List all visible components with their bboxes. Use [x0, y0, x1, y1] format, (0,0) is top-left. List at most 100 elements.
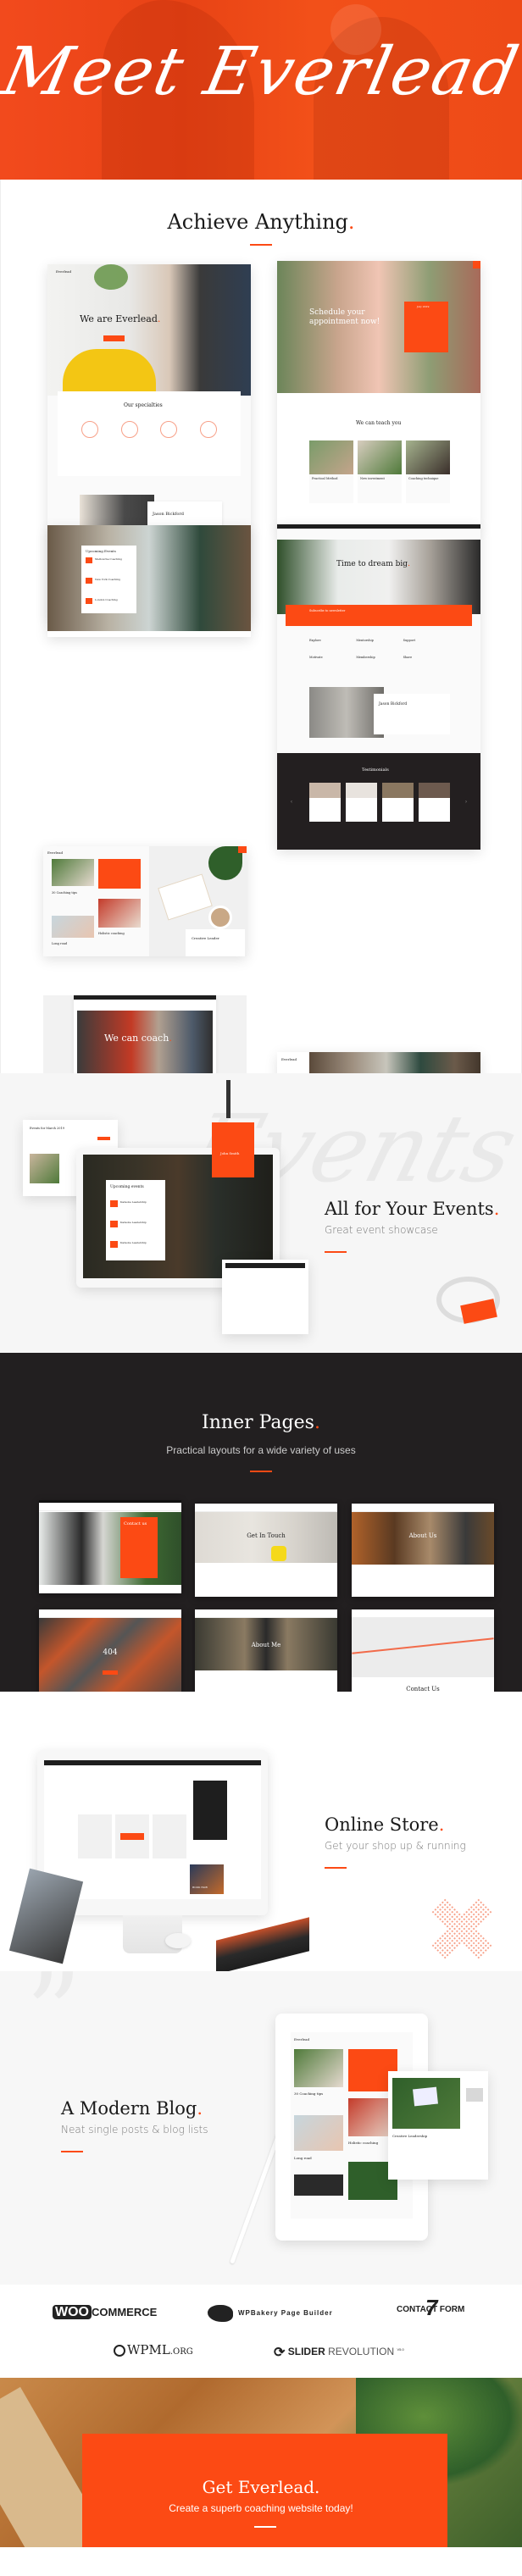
coffee-cup	[208, 906, 232, 929]
post-title: Long road	[294, 2156, 312, 2160]
profile-card	[374, 694, 450, 734]
mockup-homepage-appointment[interactable]: Schedule your appointment now! July 2019…	[277, 261, 480, 529]
inner-page-thumb[interactable]: About Me	[195, 1609, 337, 1703]
name-badge	[212, 1122, 254, 1177]
post-title: 30 Coaching tips	[294, 2091, 324, 2096]
page-label: 404	[103, 1648, 118, 1657]
specialties-title: Our specialties	[124, 402, 163, 408]
inner-page-thumb[interactable]: 404	[39, 1609, 181, 1703]
calendar-widget	[404, 302, 448, 352]
blog-text: A Modern Blog. Neat single posts & blog …	[61, 2098, 208, 2152]
widget-title: Upcoming Events	[86, 549, 116, 553]
feature-title: Mentorship	[356, 639, 374, 642]
lanyard	[226, 1080, 230, 1118]
inner-page-thumb[interactable]: Contact us	[39, 1500, 181, 1593]
plugins-section: WOO COMMERCE WPBakery Page Builder CONTAC…	[0, 2285, 522, 2378]
mockup-homepage-dream[interactable]: Time to dream big. Subscribe to newslett…	[277, 524, 480, 850]
testimonial-cards	[309, 783, 450, 822]
dotted-cross-decoration	[414, 1881, 509, 1976]
inner-page-thumb[interactable]: Contact Us	[352, 1609, 494, 1703]
profile-photo	[309, 687, 384, 738]
event-title: Karaoke Leadership	[120, 1200, 147, 1204]
woo-mark: WOO	[53, 2305, 92, 2319]
product-card	[153, 1814, 186, 1859]
mockup-headline: We can coach.	[104, 1033, 172, 1044]
feature-title: Explore	[309, 639, 321, 642]
add-to-cart-button	[120, 1833, 144, 1840]
mouse	[165, 1933, 191, 1948]
post-title: Long road	[52, 942, 68, 945]
event-date-badge	[110, 1200, 118, 1207]
inner-page-thumb[interactable]: About Us	[352, 1504, 494, 1597]
achieve-section: Achieve Anything. Everlead We are Everle…	[0, 180, 522, 1207]
calendar-month: July 2019	[417, 305, 430, 308]
store-text: Online Store. Get your shop up & running	[325, 1814, 466, 1869]
banner-text: BOOK FAIR	[192, 1886, 208, 1889]
inner-page-thumb[interactable]: Get In Touch	[195, 1504, 337, 1597]
dark-post-card	[294, 2174, 343, 2196]
feature-title: Membership	[356, 656, 375, 659]
map	[352, 1618, 494, 1677]
hero-photo	[277, 540, 480, 614]
event-date-badge	[86, 598, 92, 604]
wpml-logo: WPML.ORG	[114, 2342, 193, 2357]
yellow-chair	[63, 349, 156, 396]
mockup-headline: We are Everlead.	[80, 313, 161, 324]
quote-mark-decoration: ”	[25, 1949, 82, 2078]
event-date-badge	[110, 1221, 118, 1227]
feature-grid: Explore Mentorship Support Motivate Memb…	[309, 639, 450, 659]
title-underline	[325, 1867, 347, 1869]
title-underline	[61, 2151, 83, 2152]
page-photo	[39, 1512, 181, 1585]
note-card	[413, 2086, 438, 2107]
product-card	[78, 1814, 112, 1859]
post-image	[294, 2115, 343, 2151]
blog-section: ” A Modern Blog. Neat single posts & blo…	[0, 1949, 522, 2285]
commerce-text: COMMERCE	[92, 2306, 158, 2318]
blog-subtitle: Neat single posts & blog lists	[61, 2124, 208, 2136]
event-title: Karaoke Leadership	[120, 1221, 147, 1224]
page-photo	[39, 1618, 181, 1703]
top-bar	[277, 524, 480, 529]
events-subtitle: Great event showcase	[325, 1224, 438, 1236]
slider-revolution-logo: ⟳ SLIDER REVOLUTION V5.0	[274, 2346, 404, 2360]
woocommerce-logo: WOO COMMERCE	[53, 2305, 157, 2320]
blog-title: A Modern Blog.	[61, 2098, 203, 2119]
post-image	[98, 899, 141, 928]
chevron-left-icon[interactable]: ‹	[291, 800, 292, 805]
cta-section: Get Everlead. Create a superb coaching w…	[0, 2378, 522, 2547]
chevron-right-icon[interactable]: ›	[465, 800, 467, 805]
event-date-badge	[86, 578, 92, 584]
menu-button	[238, 846, 247, 853]
yellow-mug	[271, 1546, 286, 1561]
post-title: Holistic coaching	[98, 932, 125, 935]
inner-pages-section: Inner Pages. Practical layouts for a wid…	[0, 1353, 522, 1703]
post-image	[52, 916, 94, 938]
testimonials-title: Testimonials	[362, 767, 389, 773]
section-title-teach: We can teach you	[356, 420, 402, 426]
store-subtitle: Get your shop up & running	[325, 1840, 466, 1852]
mockup-headline: Schedule your appointment now!	[309, 308, 380, 326]
seven-mark: 7	[425, 2295, 438, 2320]
hero-title: Meet Everlead	[0, 34, 522, 110]
title-underline	[250, 244, 272, 246]
home-button	[103, 1670, 118, 1675]
hero-banner: Meet Everlead	[0, 0, 522, 180]
card-title: Creative Leader	[192, 936, 219, 940]
creative-leader-card	[186, 929, 245, 956]
plant	[94, 264, 128, 290]
mockup-logo: Everlead	[47, 850, 64, 855]
event-title: London Coaching	[95, 598, 118, 601]
mockup-homepage-events[interactable]: Upcoming Events Melbourne Coaching New Y…	[47, 525, 251, 637]
single-post-title: Creative Leadership	[392, 2134, 428, 2138]
badge-name: John Smith	[220, 1151, 240, 1155]
post-title: 30 Coaching tips	[52, 891, 77, 895]
event-date-badge	[110, 1241, 118, 1248]
feature-title: Motivate	[309, 656, 323, 659]
mockup-homepage-blog[interactable]: Everlead 30 Coaching tips Holistic coach…	[43, 846, 247, 956]
event-thumb	[30, 1154, 59, 1183]
inner-pages-subtitle: Practical layouts for a wide variety of …	[166, 1444, 356, 1456]
book-fair-banner	[190, 1864, 224, 1894]
event-photo	[47, 525, 251, 631]
events-title: All for Your Events.	[325, 1199, 500, 1219]
